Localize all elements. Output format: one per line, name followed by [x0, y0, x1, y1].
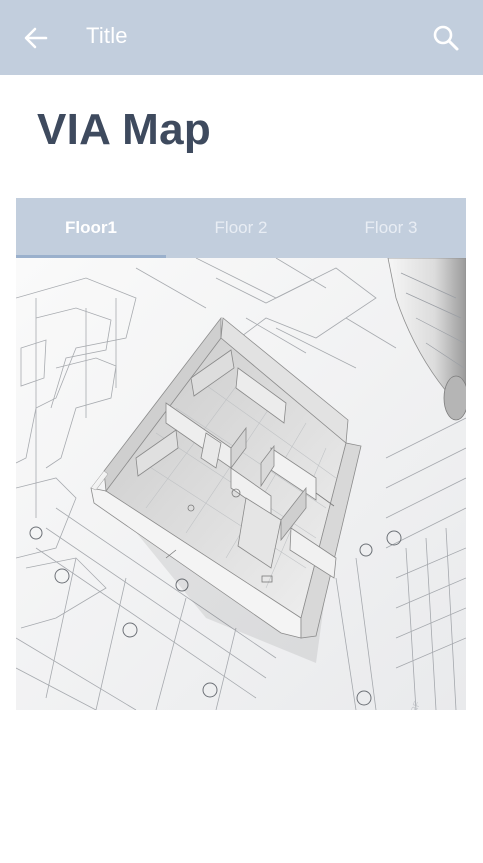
page-title: VIA Map [37, 105, 212, 154]
tab-floor-1[interactable]: Floor1 [16, 198, 166, 258]
tab-label: Floor 3 [364, 218, 418, 237]
tab-floor-2[interactable]: Floor 2 [166, 198, 316, 258]
floor-map-image: 123RF [16, 258, 466, 710]
app-bar: Title [0, 0, 483, 75]
tab-floor-3[interactable]: Floor 3 [316, 198, 466, 258]
tab-label: Floor1 [65, 218, 117, 237]
arrow-left-icon[interactable] [22, 24, 50, 52]
floor-tabs: Floor1 Floor 2 Floor 3 [16, 198, 466, 258]
screen: Title VIA Map Floor1 Floor 2 Floor 3 [0, 0, 483, 863]
app-bar-title: Title [86, 23, 128, 48]
tab-label: Floor 2 [214, 218, 268, 237]
search-icon[interactable] [432, 24, 460, 52]
